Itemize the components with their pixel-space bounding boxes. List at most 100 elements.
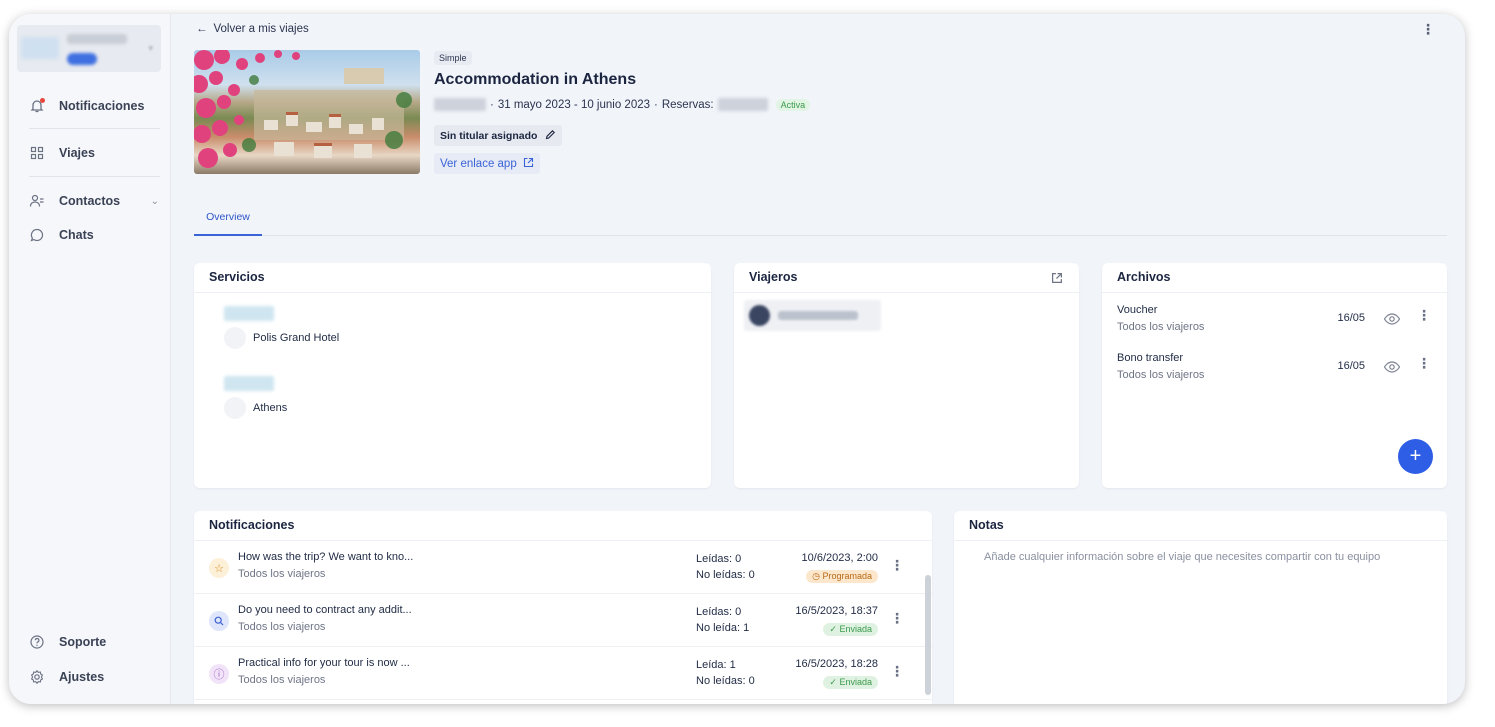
status-badge: ◷ Programada — [806, 570, 878, 583]
file-row[interactable]: Bono transfer Todos los viajeros 16/05 ⋮ — [1117, 352, 1437, 386]
services-card: Servicios Polis Grand Hotel Athens — [194, 263, 711, 488]
card-title: Servicios — [194, 263, 711, 293]
add-file-button[interactable]: + — [1398, 439, 1433, 474]
app-link-button[interactable]: Ver enlace app — [434, 153, 540, 174]
info-icon: ⓘ — [209, 664, 229, 684]
service-tag-redacted — [224, 306, 274, 321]
agency-switcher[interactable]: ▾ — [17, 25, 161, 72]
more-options-icon[interactable]: ⋮ — [1421, 22, 1435, 36]
notifications-card: Notificaciones ☆ How was the trip? We wa… — [194, 511, 932, 704]
sidebar-item-label: Soporte — [59, 635, 107, 649]
unread-count: No leídas: 0 — [696, 675, 755, 687]
scrollbar[interactable] — [925, 575, 931, 695]
separator: · — [490, 98, 494, 111]
sidebar: ▾ Notificaciones Viajes Contactos ⌄ Chat… — [9, 14, 171, 704]
more-options-icon[interactable]: ⋮ — [1417, 356, 1431, 370]
reservations-label: Reservas: — [661, 98, 714, 111]
more-options-icon[interactable]: ⋮ — [890, 611, 904, 625]
more-options-icon[interactable]: ⋮ — [890, 664, 904, 678]
service-name[interactable]: Polis Grand Hotel — [253, 332, 339, 344]
tab-bar: Overview — [194, 199, 1447, 236]
sidebar-item-label: Notificaciones — [59, 99, 145, 113]
notes-card: Notas Añade cualquier información sobre … — [954, 511, 1447, 704]
traveler-name-redacted — [778, 311, 858, 320]
notes-input[interactable]: Añade cualquier información sobre el via… — [984, 551, 1380, 563]
file-date: 16/05 — [1337, 360, 1365, 372]
back-link-label: Volver a mis viajes — [213, 23, 309, 35]
eye-icon[interactable] — [1383, 358, 1401, 376]
notification-row[interactable]: Do you need to contract any addit... Tod… — [194, 595, 932, 647]
trip-meta: · 31 mayo 2023 - 10 junio 2023 · Reserva… — [434, 98, 811, 111]
page-title: Accommodation in Athens — [434, 71, 637, 88]
notification-date: 16/5/2023, 18:28 — [795, 658, 878, 670]
help-icon — [29, 634, 45, 650]
owner-button[interactable]: Sin titular asignado — [434, 125, 563, 146]
notification-title: Do you need to contract any addit... — [238, 604, 412, 616]
external-link-icon[interactable] — [1051, 272, 1063, 287]
read-count: Leídas: 0 — [696, 606, 742, 618]
sidebar-item-soporte[interactable]: Soporte — [29, 634, 159, 650]
card-title: Notas — [954, 511, 1447, 541]
chat-icon — [29, 227, 45, 243]
pencil-icon — [545, 129, 556, 143]
agency-logo — [21, 37, 59, 59]
back-link[interactable]: ← Volver a mis viajes — [196, 23, 309, 35]
separator: · — [654, 98, 658, 111]
trip-type-badge: Simple — [434, 51, 472, 65]
owner-label: Sin titular asignado — [440, 129, 538, 142]
service-name[interactable]: Athens — [253, 402, 287, 414]
notification-audience: Todos los viajeros — [238, 568, 326, 580]
contacts-icon — [29, 193, 45, 209]
tab-overview[interactable]: Overview — [194, 199, 262, 236]
divider — [29, 128, 160, 129]
sidebar-item-ajustes[interactable]: Ajustes — [29, 669, 159, 685]
status-label: Programada — [822, 571, 872, 581]
sidebar-item-label: Ajustes — [59, 670, 105, 684]
reservation-code-redacted — [717, 98, 768, 111]
bell-icon — [29, 98, 45, 114]
notification-read-stats: Leídas: 0 No leídas: 0 — [696, 551, 755, 583]
agency-plan-badge-redacted — [67, 53, 97, 65]
notification-dot — [40, 98, 45, 103]
app-window: ▾ Notificaciones Viajes Contactos ⌄ Chat… — [9, 14, 1465, 704]
status-badge: Activa — [775, 98, 811, 111]
sidebar-item-chats[interactable]: Chats — [29, 227, 159, 243]
sidebar-item-label: Viajes — [59, 146, 95, 160]
service-tag-redacted — [224, 376, 274, 391]
sidebar-item-contactos[interactable]: Contactos ⌄ — [29, 193, 159, 209]
more-options-icon[interactable]: ⋮ — [890, 558, 904, 572]
notification-row[interactable]: ☆ How was the trip? We want to kno... To… — [194, 542, 932, 594]
eye-icon[interactable] — [1383, 310, 1401, 328]
file-audience: Todos los viajeros — [1117, 321, 1205, 333]
notification-date: 10/6/2023, 2:00 — [801, 552, 878, 564]
trip-cover-image — [194, 50, 420, 174]
sidebar-item-notificaciones[interactable]: Notificaciones — [29, 98, 159, 114]
file-name: Voucher — [1117, 304, 1158, 316]
status-label: Enviada — [839, 677, 872, 687]
notification-read-stats: Leída: 1 No leídas: 0 — [696, 657, 755, 689]
status-badge: ✓ Enviada — [823, 623, 878, 636]
sidebar-item-viajes[interactable]: Viajes — [29, 145, 159, 161]
notification-date: 16/5/2023, 18:37 — [795, 605, 878, 617]
settings-icon — [29, 669, 45, 685]
chevron-down-icon: ⌄ — [150, 195, 159, 207]
search-icon — [209, 611, 229, 631]
avatar — [749, 305, 770, 326]
file-row[interactable]: Voucher Todos los viajeros 16/05 ⋮ — [1117, 304, 1437, 338]
sidebar-item-label: Contactos — [59, 194, 121, 208]
status-label: Enviada — [839, 624, 872, 634]
more-options-icon[interactable]: ⋮ — [1417, 308, 1431, 322]
trip-dates: 31 mayo 2023 - 10 junio 2023 — [497, 98, 651, 111]
sidebar-item-label: Chats — [59, 228, 94, 242]
divider — [29, 176, 160, 177]
traveler-chip-redacted[interactable] — [744, 300, 881, 331]
notification-row[interactable]: ⓘ Practical info for your tour is now ..… — [194, 648, 932, 700]
main-content: ← Volver a mis viajes ⋮ Simple Accommoda… — [172, 14, 1465, 704]
read-count: Leída: 1 — [696, 659, 736, 671]
external-link-icon — [523, 157, 534, 171]
grid-icon — [29, 145, 45, 161]
card-title: Viajeros — [734, 263, 1079, 293]
notification-audience: Todos los viajeros — [238, 621, 326, 633]
file-date: 16/05 — [1337, 312, 1365, 324]
files-card: Archivos Voucher Todos los viajeros 16/0… — [1102, 263, 1447, 488]
